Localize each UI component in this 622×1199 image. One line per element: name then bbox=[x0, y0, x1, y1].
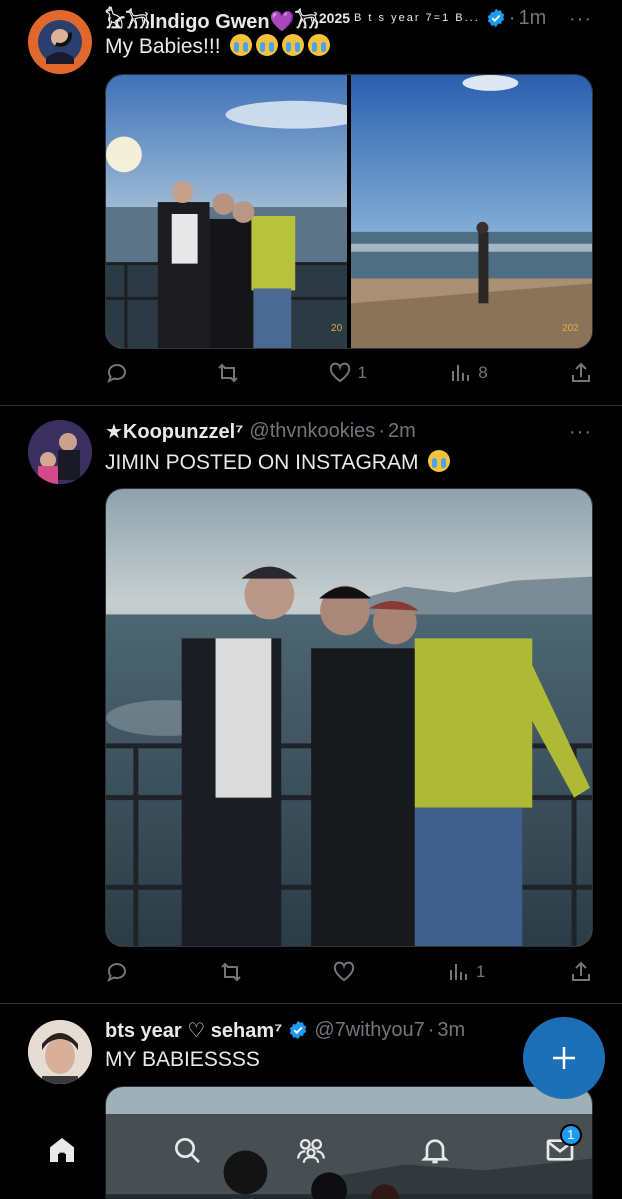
heart-icon bbox=[329, 362, 350, 383]
more-options-icon[interactable]: ··· bbox=[569, 421, 592, 444]
verified-badge-icon bbox=[290, 1020, 307, 1040]
tweet-text: MY BABIESSSS bbox=[105, 1048, 260, 1072]
avatar[interactable] bbox=[28, 1020, 92, 1084]
name-extra: B t s year 7=1 B... bbox=[354, 12, 480, 24]
views-chart-icon bbox=[449, 964, 467, 980]
communities-icon bbox=[297, 1138, 325, 1163]
share-button[interactable] bbox=[569, 960, 593, 984]
compose-button[interactable] bbox=[523, 1017, 605, 1099]
crying-emoji-icon bbox=[230, 34, 253, 56]
bell-icon bbox=[421, 1138, 450, 1163]
views-button[interactable]: 8 bbox=[448, 361, 488, 385]
separator-dot: · bbox=[508, 6, 516, 29]
photo-year-stamp: 202 bbox=[562, 323, 579, 334]
views-button[interactable]: 1 bbox=[446, 960, 485, 984]
crying-emoji-icon bbox=[308, 34, 331, 56]
retweet-button[interactable] bbox=[216, 361, 246, 385]
tweet-text: My Babies!!! bbox=[105, 34, 331, 59]
tweet-1[interactable]: 𓃠𓃡Indigo Gwen💜𓃡 2025 B t s year 7=1 B...… bbox=[0, 0, 622, 406]
messages-badge: 1 bbox=[559, 1123, 582, 1146]
separator-dot: · bbox=[427, 1018, 435, 1041]
user-handle[interactable]: @thvnkookies bbox=[249, 420, 375, 443]
tweet-actions: 1 bbox=[105, 957, 593, 987]
tweet-header: ★Koopunzzel⁷ @thvnkookies · 2m bbox=[105, 417, 416, 445]
display-name[interactable]: ★Koopunzzel⁷ bbox=[105, 419, 243, 444]
share-icon bbox=[571, 961, 590, 981]
nav-search[interactable] bbox=[167, 1130, 207, 1170]
like-button[interactable] bbox=[332, 960, 362, 984]
reply-button[interactable] bbox=[105, 960, 135, 984]
tweet-2[interactable]: ★Koopunzzel⁷ @thvnkookies · 2m ··· JIMIN… bbox=[0, 406, 622, 1004]
like-count: 1 bbox=[357, 363, 367, 382]
reply-button[interactable] bbox=[105, 361, 135, 385]
name-suffix: 2025 bbox=[318, 10, 351, 26]
views-chart-icon bbox=[452, 365, 470, 381]
retweet-button[interactable] bbox=[219, 960, 249, 984]
bottom-nav: 1 bbox=[0, 1114, 622, 1199]
tweet-text-content: JIMIN POSTED ON INSTAGRAM bbox=[105, 451, 419, 474]
crying-emoji-icon bbox=[428, 450, 451, 472]
search-icon bbox=[174, 1137, 200, 1163]
verified-badge-icon bbox=[487, 8, 505, 28]
share-icon bbox=[572, 362, 590, 382]
home-icon bbox=[50, 1137, 75, 1162]
tweet-actions: 1 8 bbox=[105, 358, 593, 388]
nav-messages[interactable]: 1 bbox=[540, 1123, 582, 1170]
nav-communities[interactable] bbox=[291, 1130, 331, 1170]
tweet-photo-2[interactable]: 202 bbox=[351, 75, 592, 348]
timestamp[interactable]: 3m bbox=[437, 1019, 465, 1042]
tweet-photo[interactable] bbox=[105, 488, 593, 947]
retweet-icon bbox=[218, 363, 238, 383]
display-name[interactable]: 𓃠𓃡Indigo Gwen💜𓃡 bbox=[105, 2, 319, 35]
share-button[interactable] bbox=[569, 361, 593, 385]
like-button[interactable]: 1 bbox=[328, 361, 367, 385]
tweet-media-grid[interactable]: 20 202 bbox=[105, 74, 593, 349]
more-options-icon[interactable]: ··· bbox=[569, 8, 592, 31]
retweet-icon bbox=[220, 962, 241, 982]
avatar[interactable] bbox=[28, 10, 92, 74]
timestamp[interactable]: 1m bbox=[518, 7, 546, 30]
tweet-text-content: MY BABIESSSS bbox=[105, 1048, 260, 1071]
reply-icon bbox=[107, 364, 126, 384]
user-handle[interactable]: @7withyou7 bbox=[314, 1019, 424, 1042]
crying-emoji-icon bbox=[282, 34, 305, 56]
plus-icon bbox=[553, 1047, 575, 1069]
separator-dot: · bbox=[378, 419, 385, 442]
reply-icon bbox=[107, 963, 126, 983]
tweet-header: 𓃠𓃡Indigo Gwen💜𓃡 2025 B t s year 7=1 B...… bbox=[105, 2, 546, 35]
timestamp[interactable]: 2m bbox=[388, 420, 416, 443]
tweet-header: bts year ♡ seham⁷ @7withyou7 · 3m bbox=[105, 1016, 465, 1044]
crying-emoji-icon bbox=[256, 34, 279, 56]
nav-home[interactable] bbox=[42, 1130, 82, 1170]
view-count: 1 bbox=[475, 962, 486, 981]
tweet-photo-1[interactable]: 20 bbox=[106, 75, 347, 348]
display-name[interactable]: bts year ♡ seham⁷ bbox=[105, 1018, 282, 1043]
photo-year-stamp: 20 bbox=[331, 323, 343, 334]
nav-notifications[interactable] bbox=[415, 1130, 455, 1170]
avatar[interactable] bbox=[28, 420, 92, 484]
tweet-text: JIMIN POSTED ON INSTAGRAM bbox=[105, 450, 451, 475]
heart-icon bbox=[334, 961, 355, 982]
tweet-text-content: My Babies!!! bbox=[105, 35, 221, 58]
view-count: 8 bbox=[478, 363, 488, 382]
